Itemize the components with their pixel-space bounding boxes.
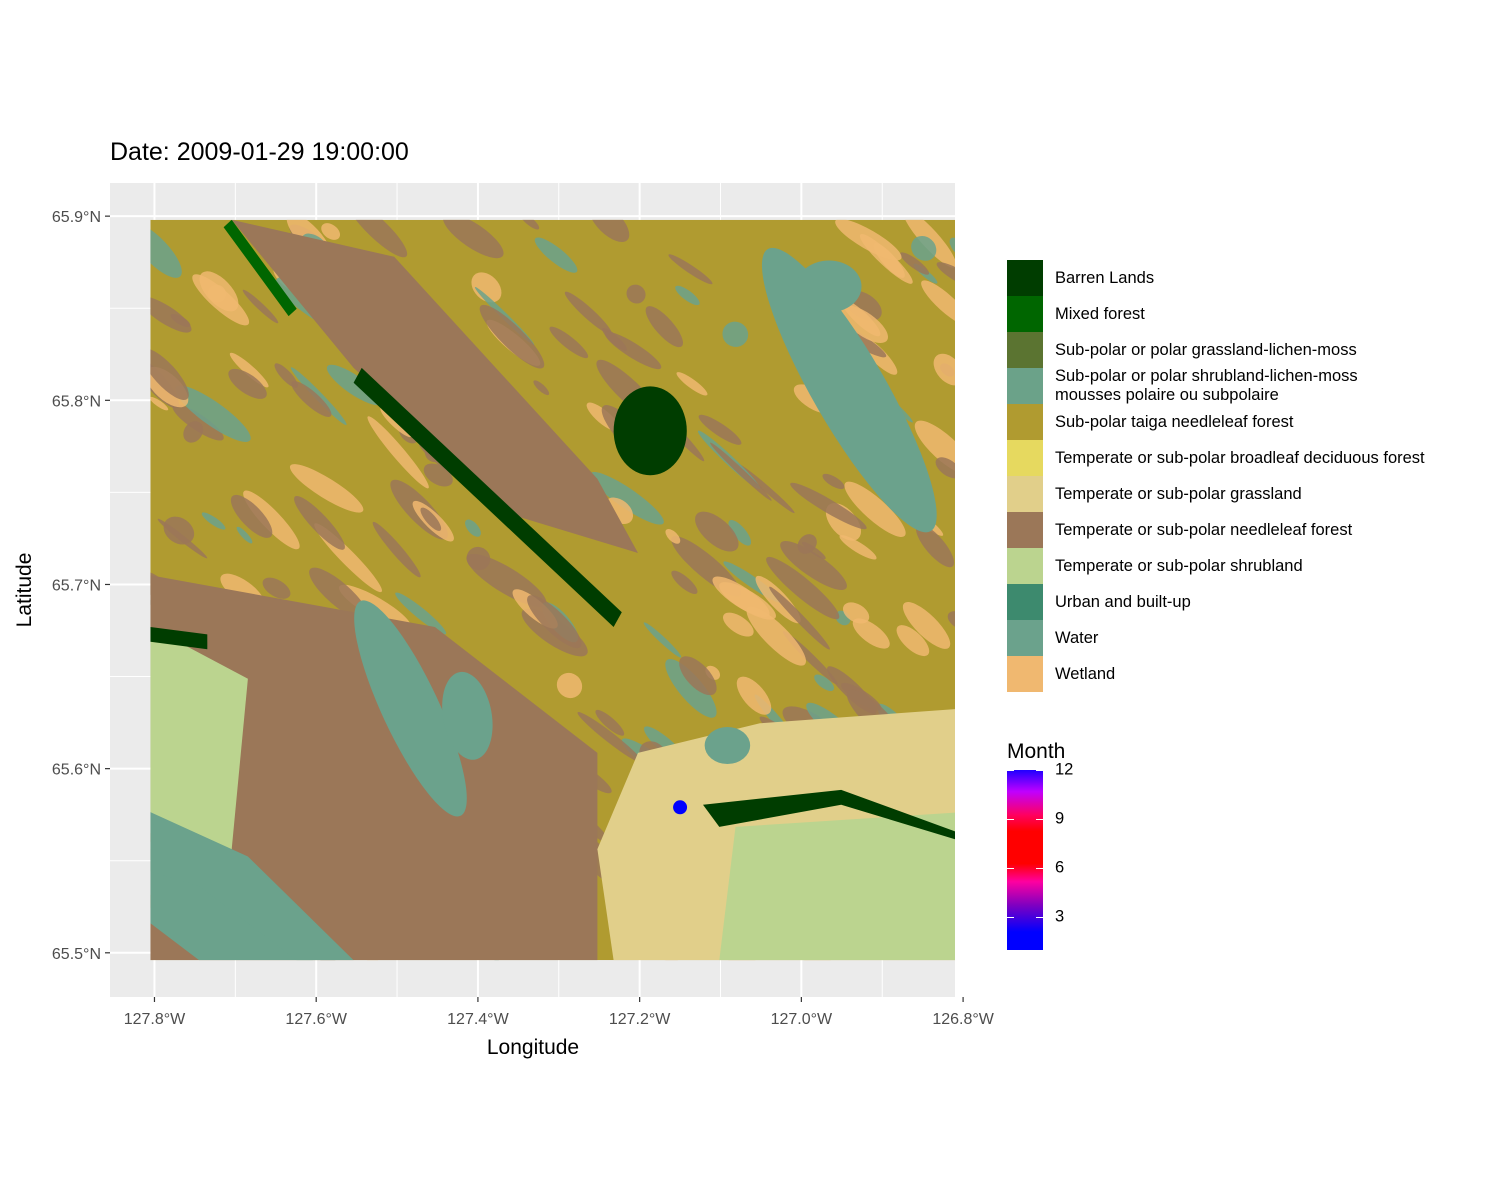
legend-swatch	[1007, 332, 1043, 368]
y-tick-label: 65.8°N	[52, 393, 101, 410]
legend-item: Urban and built-up	[1007, 584, 1487, 620]
month-tick-mark	[1007, 868, 1014, 870]
y-axis-label: Latitude	[13, 553, 36, 628]
shrubland-southeast	[719, 812, 955, 961]
y-tick-label: 65.6°N	[52, 762, 101, 779]
landcover-raster	[150, 219, 955, 961]
legend-item: Mixed forest	[1007, 296, 1487, 332]
observation-point[interactable]	[673, 800, 688, 815]
legend-item: Sub-polar or polar shrubland-lichen-moss…	[1007, 367, 1487, 404]
observation-points[interactable]	[673, 800, 688, 815]
x-axis-label: Longitude	[487, 1036, 579, 1059]
legend-label: Mixed forest	[1055, 304, 1145, 323]
y-tick-label: 65.7°N	[52, 577, 101, 594]
month-tick-mark	[1036, 868, 1043, 870]
legend-swatch	[1007, 620, 1043, 656]
legend-item: Temperate or sub-polar broadleaf deciduo…	[1007, 440, 1487, 476]
legend-label: Temperate or sub-polar broadleaf deciduo…	[1055, 448, 1425, 467]
legend-item: Wetland	[1007, 656, 1487, 692]
legend-label: Temperate or sub-polar shrubland	[1055, 556, 1303, 575]
legend-item: Sub-polar taiga needleleaf forest	[1007, 404, 1487, 440]
month-colorbar	[1007, 770, 1043, 950]
month-legend: Month 3 6 9 12	[1007, 740, 1073, 950]
month-tick-mark	[1007, 819, 1014, 821]
month-tick-mark	[1036, 819, 1043, 821]
chart-title: Date: 2009-01-29 19:00:00	[110, 138, 409, 166]
month-tick-label: 9	[1055, 809, 1065, 828]
legend-swatch	[1007, 476, 1043, 512]
legend-label: Sub-polar or polar grassland-lichen-moss	[1055, 340, 1357, 359]
month-tick-mark	[1007, 917, 1014, 919]
legend-swatch	[1007, 440, 1043, 476]
month-tick-mark	[1036, 917, 1043, 919]
map-panel	[110, 183, 955, 997]
map-plot[interactable]	[110, 183, 955, 997]
legend-label: Wetland	[1055, 664, 1116, 683]
y-tick-label: 65.5°N	[52, 946, 101, 963]
lake-northeast-head	[796, 260, 862, 313]
legend-label: Sub-polar or polar shrubland-lichen-moss…	[1055, 367, 1358, 404]
legend-item: Water	[1007, 620, 1487, 656]
x-tick-label: 127.2°W	[609, 1011, 671, 1028]
legend-label: Urban and built-up	[1055, 592, 1191, 611]
legend-item: Sub-polar or polar grassland-lichen-moss	[1007, 332, 1487, 368]
legend-label: Temperate or sub-polar grassland	[1055, 484, 1302, 503]
x-tick-label: 127.6°W	[285, 1011, 347, 1028]
x-tick-label: 127.4°W	[447, 1011, 509, 1028]
barren-patch-central	[613, 386, 687, 476]
legend-label: Temperate or sub-polar needleleaf forest	[1055, 520, 1353, 539]
month-tick-label: 12	[1055, 760, 1074, 779]
legend-swatch	[1007, 584, 1043, 620]
x-tick-label: 127.0°W	[771, 1011, 833, 1028]
y-axis-ticks: 65.9°N 65.8°N 65.7°N 65.6°N 65.5°N	[52, 209, 110, 963]
legend-swatch	[1007, 404, 1043, 440]
legend-swatch	[1007, 260, 1043, 296]
month-tick-mark	[1007, 770, 1014, 771]
legend-item: Temperate or sub-polar shrubland	[1007, 548, 1487, 584]
legend-swatch	[1007, 548, 1043, 584]
legend-swatch	[1007, 512, 1043, 548]
y-tick-label: 65.9°N	[52, 209, 101, 226]
legend-swatch	[1007, 368, 1043, 404]
landcover-legend: Barren Lands Mixed forest Sub-polar or pol…	[1007, 260, 1487, 692]
legend-label: Barren Lands	[1055, 268, 1155, 287]
legend-label: Sub-polar taiga needleleaf forest	[1055, 412, 1294, 431]
legend-label: Water	[1055, 628, 1099, 647]
lake-south	[704, 726, 751, 764]
x-tick-label: 126.8°W	[932, 1011, 994, 1028]
month-tick-mark	[1036, 770, 1043, 771]
x-tick-label: 127.8°W	[124, 1011, 186, 1028]
legend-item: Barren Lands	[1007, 260, 1487, 296]
legend-item: Temperate or sub-polar grassland	[1007, 476, 1487, 512]
legend-swatch	[1007, 656, 1043, 692]
x-axis-ticks: 127.8°W 127.6°W 127.4°W 127.2°W 127.0°W 126.8…	[124, 997, 995, 1028]
month-tick-label: 3	[1055, 907, 1065, 926]
legend-item: Temperate or sub-polar needleleaf forest	[1007, 512, 1487, 548]
month-tick-label: 6	[1055, 858, 1065, 877]
legend-swatch	[1007, 296, 1043, 332]
